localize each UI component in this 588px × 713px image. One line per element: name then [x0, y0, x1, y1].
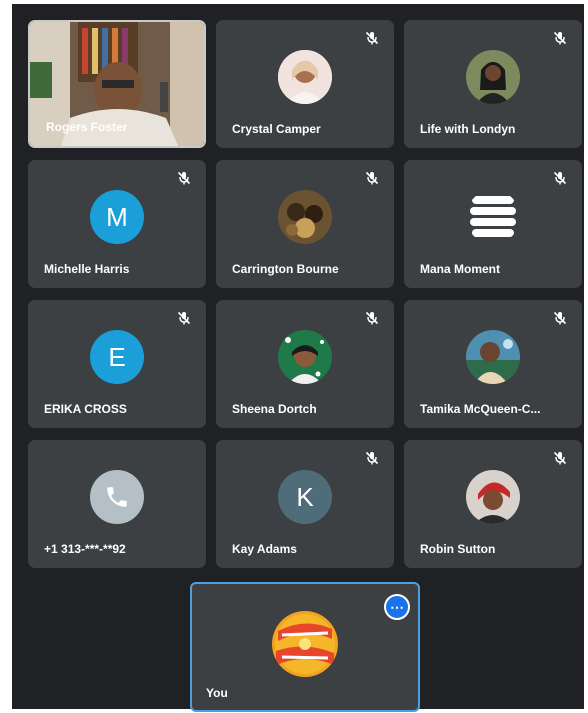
participant-name: ERIKA CROSS [44, 402, 127, 416]
participant-tile-michelle-harris[interactable]: M Michelle Harris [28, 160, 206, 288]
phone-avatar [90, 470, 144, 524]
mic-off-icon [553, 171, 567, 185]
meeting-grid: Rogers Foster Crystal Camper Life with L… [12, 4, 584, 712]
participant-letter-avatar: M [90, 190, 144, 244]
self-name: You [206, 686, 228, 700]
mic-off-icon [365, 171, 379, 185]
participant-photo-avatar [466, 330, 520, 384]
mic-off-icon [553, 311, 567, 325]
mic-off-icon [177, 171, 191, 185]
participant-photo-avatar [278, 330, 332, 384]
participant-name: Kay Adams [232, 542, 297, 556]
participant-name: Mana Moment [420, 262, 501, 276]
participant-name: Sheena Dortch [232, 402, 317, 416]
mic-off-icon [553, 31, 567, 45]
participant-name: Carrington Bourne [232, 262, 339, 276]
participant-tile-rogers-foster[interactable]: Rogers Foster [28, 20, 206, 148]
more-options-button[interactable]: ⋯ [384, 594, 410, 620]
participant-tile-kay-adams[interactable]: K Kay Adams [216, 440, 394, 568]
participant-tile-carrington-bourne[interactable]: Carrington Bourne [216, 160, 394, 288]
participant-tile-phone[interactable]: +1 313-***-**92 [28, 440, 206, 568]
more-horizontal-icon: ⋯ [390, 599, 404, 615]
mic-off-icon [365, 31, 379, 45]
mic-off-icon [365, 451, 379, 465]
participant-tile-mana-moment[interactable]: Mana Moment [404, 160, 582, 288]
participant-name: Tamika McQueen-C... [420, 402, 541, 416]
participant-tile-crystal-camper[interactable]: Crystal Camper [216, 20, 394, 148]
participant-photo-avatar [278, 190, 332, 244]
participant-photo-avatar [466, 50, 520, 104]
mic-off-icon [365, 311, 379, 325]
participant-name: Life with Londyn [420, 122, 516, 136]
participant-name: Crystal Camper [232, 122, 321, 136]
participant-photo-avatar [278, 50, 332, 104]
self-tile[interactable]: ⋯ You [190, 582, 420, 712]
mic-off-icon [177, 311, 191, 325]
phone-icon [107, 487, 127, 507]
participant-name: +1 313-***-**92 [44, 542, 126, 556]
participant-tile-erika-cross[interactable]: E ERIKA CROSS [28, 300, 206, 428]
participant-name: Robin Sutton [420, 542, 496, 556]
self-avatar [272, 611, 338, 677]
participant-name: Michelle Harris [44, 262, 130, 276]
participant-letter-avatar: K [278, 470, 332, 524]
participant-name: Rogers Foster [46, 120, 128, 134]
logo-avatar [466, 190, 520, 244]
participant-letter-avatar: E [90, 330, 144, 384]
participant-tile-life-with-londyn[interactable]: Life with Londyn [404, 20, 582, 148]
participant-tile-tamika-mcqueen[interactable]: Tamika McQueen-C... [404, 300, 582, 428]
participant-tile-sheena-dortch[interactable]: Sheena Dortch [216, 300, 394, 428]
participant-photo-avatar [466, 470, 520, 524]
mic-off-icon [553, 451, 567, 465]
participant-tile-robin-sutton[interactable]: Robin Sutton [404, 440, 582, 568]
